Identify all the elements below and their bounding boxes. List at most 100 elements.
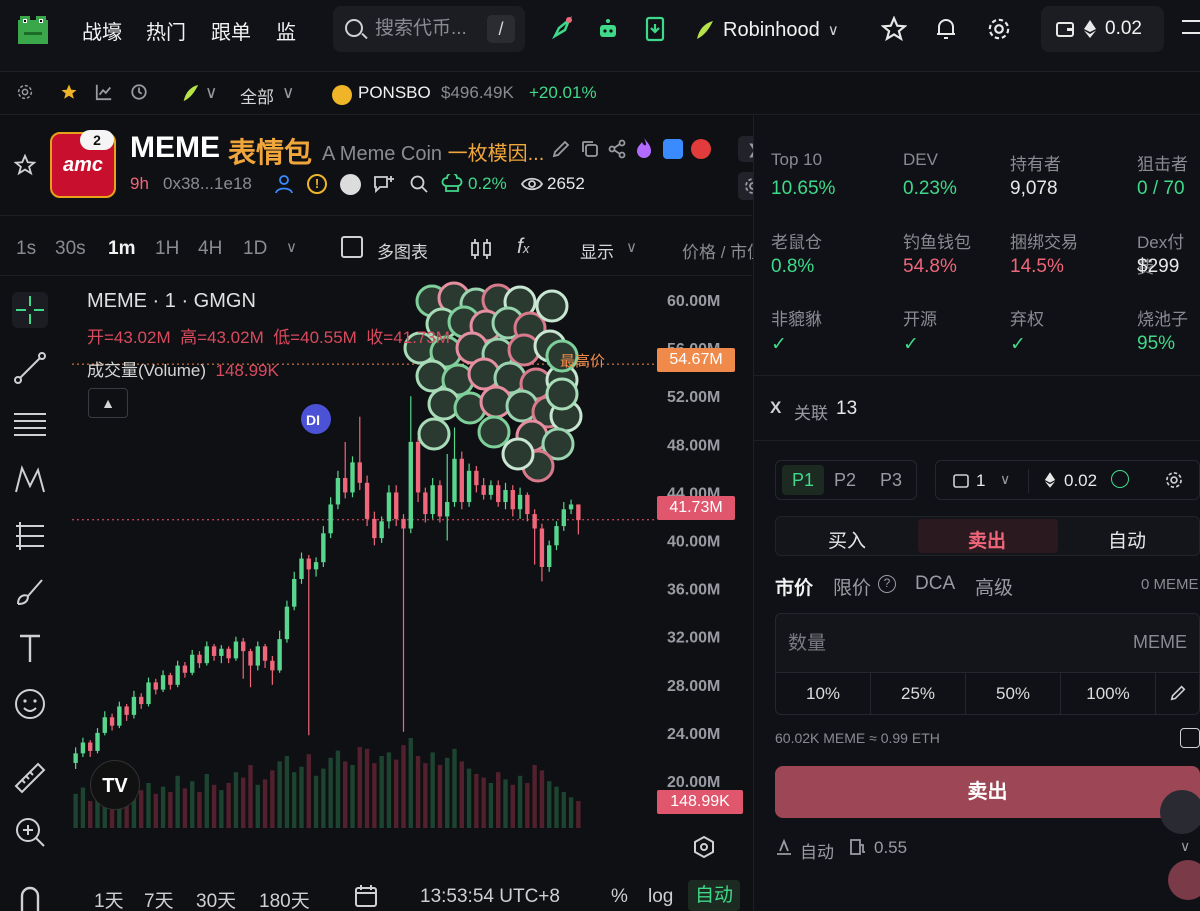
filter-all-dropdown[interactable]: 全部 [240, 83, 274, 108]
dexscreener-icon[interactable] [663, 139, 683, 159]
pct-50-button[interactable]: 50% [966, 673, 1061, 714]
tab-sell[interactable]: 卖出 [968, 526, 1006, 553]
crosshair-tool-icon[interactable] [12, 292, 48, 328]
wallet-balance-button[interactable]: 0.02 [1041, 6, 1164, 52]
tab-auto[interactable]: 自动 [1108, 526, 1146, 553]
chart-settings-hex-icon[interactable] [692, 835, 716, 864]
gas-value[interactable]: 1 [976, 471, 985, 491]
edit-pencil-icon[interactable] [551, 139, 571, 164]
pct-25-button[interactable]: 25% [871, 673, 966, 714]
brush-tool-icon[interactable] [12, 574, 48, 610]
candle-type-icon[interactable] [469, 238, 493, 266]
warning-icon[interactable]: ! [307, 174, 327, 194]
related-label[interactable]: 关联 [794, 399, 828, 424]
limit-help-icon[interactable]: ? [878, 575, 896, 593]
search-token-icon[interactable] [409, 174, 429, 199]
auto-scale-toggle[interactable]: 自动 [688, 880, 740, 911]
tf-1s[interactable]: 1s [16, 238, 36, 260]
display-chevron-icon[interactable]: ∨ [626, 238, 637, 256]
copy-icon[interactable] [580, 139, 600, 164]
trend-chart-icon[interactable] [95, 83, 113, 106]
order-type-dca[interactable]: DCA [915, 573, 955, 595]
frog-logo-icon[interactable] [14, 12, 52, 50]
creator-person-icon[interactable] [274, 174, 294, 199]
star-icon[interactable] [879, 14, 909, 44]
tf-4h[interactable]: 4H [198, 238, 222, 260]
edit-presets-pencil-icon[interactable] [1169, 684, 1187, 707]
token-address[interactable]: 0x38...1e18 [163, 174, 252, 194]
bot-icon[interactable] [593, 14, 623, 44]
preset-p1[interactable]: P1 [782, 465, 824, 495]
ruler-tool-icon[interactable] [12, 760, 48, 796]
filter-chevron-icon[interactable]: ∨ [282, 83, 294, 103]
favorite-token-star-icon[interactable] [13, 153, 37, 181]
range-30d[interactable]: 30天 [196, 886, 236, 911]
fib-tool-icon[interactable] [12, 518, 48, 554]
quantity-input[interactable] [788, 630, 1108, 658]
multi-chart-label[interactable]: 多图表 [377, 238, 428, 263]
expand-chevron-icon[interactable]: ∨ [1180, 838, 1190, 855]
subbar-gear-icon[interactable] [16, 83, 34, 106]
green-download-icon[interactable] [1111, 470, 1129, 488]
zoom-in-tool-icon[interactable] [12, 814, 48, 850]
order-type-market[interactable]: 市价 [775, 573, 813, 600]
calendar-goto-icon[interactable] [352, 882, 380, 911]
pct-100-button[interactable]: 100% [1061, 673, 1156, 714]
indicators-fx-icon[interactable]: fx [517, 235, 529, 259]
log-scale-toggle[interactable]: log [648, 886, 673, 908]
fire-icon[interactable] [634, 137, 654, 164]
history-icon[interactable] [130, 83, 148, 106]
search-input[interactable] [375, 16, 485, 42]
pump-icon[interactable] [691, 139, 711, 159]
search-box[interactable]: / [333, 6, 525, 52]
auto-slippage-label[interactable]: 自动 [800, 838, 834, 863]
chain-filter-chevron-icon[interactable]: ∨ [205, 83, 217, 103]
sell-submit-button[interactable]: 卖出 [775, 766, 1200, 818]
order-type-limit[interactable]: 限价 [833, 573, 871, 600]
calculator-icon[interactable] [1180, 728, 1200, 748]
trade-gear-icon[interactable] [1164, 470, 1184, 495]
quantity-field[interactable]: MEME [775, 613, 1200, 673]
trend-line-tool-icon[interactable] [12, 350, 48, 386]
range-7d[interactable]: 7天 [144, 886, 174, 911]
rocket-icon[interactable] [547, 14, 577, 44]
horizontal-lines-tool-icon[interactable] [12, 406, 48, 442]
preset-p2[interactable]: P2 [834, 470, 856, 491]
magnet-tool-icon[interactable] [12, 882, 48, 911]
menu-icon[interactable] [1182, 20, 1200, 34]
share-icon[interactable] [607, 139, 627, 164]
pattern-tool-icon[interactable] [12, 462, 48, 498]
multi-chart-checkbox[interactable] [341, 236, 363, 258]
tab-buy[interactable]: 买入 [828, 526, 866, 553]
tf-1m[interactable]: 1m [108, 238, 135, 260]
chat-plus-icon[interactable] [373, 174, 395, 199]
trade-amount[interactable]: 0.02 [1064, 471, 1097, 491]
compass-icon[interactable] [340, 174, 361, 195]
collapse-legend-chevron-icon[interactable]: ▲ [88, 388, 128, 418]
gear-icon[interactable] [984, 14, 1014, 44]
range-1d[interactable]: 1天 [94, 886, 124, 911]
range-180d[interactable]: 180天 [259, 886, 310, 911]
chain-selector[interactable]: Robinhood ∨ [693, 14, 839, 46]
order-type-advanced[interactable]: 高级 [975, 573, 1013, 600]
gas-chevron-icon[interactable]: ∨ [1000, 471, 1010, 488]
ticker-symbol[interactable]: PONSBO [358, 83, 431, 103]
tf-more-chevron-icon[interactable]: ∨ [286, 238, 297, 256]
tf-1h[interactable]: 1H [155, 238, 179, 260]
emoji-tool-icon[interactable] [12, 686, 48, 722]
display-dropdown[interactable]: 显示 [580, 238, 614, 263]
bell-icon[interactable] [931, 14, 961, 44]
tradingview-logo-icon[interactable]: TV [90, 760, 140, 810]
pct-10-button[interactable]: 10% [776, 673, 871, 714]
percent-scale-toggle[interactable]: % [611, 886, 628, 908]
nav-link-trenches[interactable]: 战壕 [82, 16, 122, 45]
text-tool-icon[interactable] [12, 630, 48, 666]
floating-apps-button[interactable] [1160, 790, 1200, 834]
favorites-star-icon[interactable] [60, 83, 78, 106]
nav-link-trending[interactable]: 热门 [146, 16, 186, 45]
preset-p3[interactable]: P3 [880, 470, 902, 491]
price-mcap-toggle[interactable]: 价格 / 市值 [682, 238, 764, 263]
chain-filter-feather-icon[interactable] [180, 83, 200, 108]
tf-1d[interactable]: 1D [243, 238, 267, 260]
tf-30s[interactable]: 30s [55, 238, 86, 260]
